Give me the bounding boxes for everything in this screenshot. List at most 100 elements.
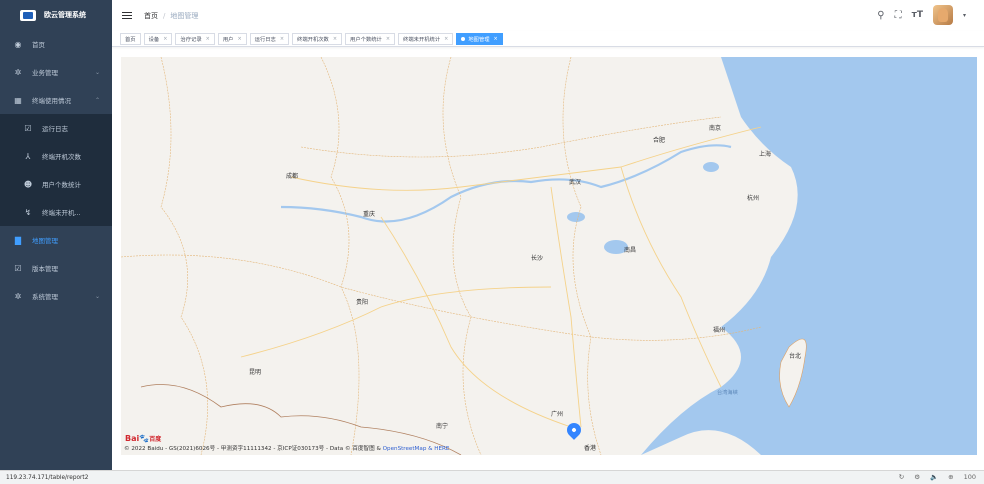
app-logo[interactable]: 欧云管理系统	[0, 0, 112, 30]
trend-icon: ↯	[24, 207, 32, 217]
sidebar-item-label: 地图管理	[32, 237, 58, 245]
sidebar-item-label: 首页	[32, 41, 45, 49]
tag-map[interactable]: 地图管理 ×	[456, 32, 503, 45]
edit-icon: ☑	[14, 263, 22, 273]
sidebar-item-label: 系统管理	[32, 293, 58, 301]
search-icon[interactable]: ⚲	[877, 10, 884, 21]
tag-label: 治疗记录	[180, 36, 202, 43]
lock-icon[interactable]: ⚙	[914, 473, 920, 481]
refresh-icon[interactable]: ↻	[899, 473, 904, 481]
sidebar-item-boot-count[interactable]: ⅄ 终端开机次数	[0, 142, 112, 170]
close-icon[interactable]: ×	[206, 36, 210, 42]
sidebar-item-run-log[interactable]: ☑ 运行日志	[0, 114, 112, 142]
city-label: 昆明	[249, 369, 262, 376]
city-label: 武汉	[569, 179, 582, 186]
tag-label: 用户	[222, 36, 234, 43]
close-icon[interactable]: ×	[444, 36, 448, 42]
tag-treatment[interactable]: 治疗记录 ×	[175, 32, 215, 45]
chevron-up-icon: ⌃	[94, 96, 100, 104]
chevron-down-icon: ⌄	[94, 292, 100, 300]
close-icon[interactable]: ×	[386, 36, 390, 42]
sidebar-item-system[interactable]: ✲ 系统管理 ⌄	[0, 282, 112, 310]
zoom-level: 100	[963, 473, 976, 481]
tag-label: 首页	[125, 36, 136, 43]
breadcrumb-separator: /	[163, 11, 166, 20]
fullscreen-icon[interactable]: ⛶	[895, 10, 902, 21]
chart-icon: ⅄	[25, 151, 31, 161]
tag-user[interactable]: 用户 ×	[217, 32, 247, 45]
baidu-logo[interactable]: Bai🐾百度	[125, 434, 161, 443]
copyright-link[interactable]: OpenStreetMap & HERE	[383, 446, 450, 452]
logo-icon	[20, 9, 36, 21]
baidu-map[interactable]: 成都 重庆 贵阳 昆明 长沙 武汉 南昌 合肥 南京 上海 杭州 福州 台北 广…	[121, 57, 977, 455]
sidebar-item-home[interactable]: ◉ 首页	[0, 30, 112, 58]
paw-icon: 🐾	[139, 434, 150, 443]
copyright-text: © 2022 Baidu - GS(2021)6026号 - 甲测资字11111…	[124, 446, 383, 452]
sidebar-item-label: 用户个数统计	[42, 181, 81, 189]
sea-label: 台湾海峡	[717, 390, 738, 396]
close-icon[interactable]: ×	[163, 36, 167, 42]
tag-run-log[interactable]: 运行日志 ×	[249, 32, 290, 45]
close-icon[interactable]: ×	[237, 36, 241, 42]
sidebar-item-map[interactable]: ▇ 地图管理	[0, 226, 112, 254]
navbar: 首页 / 地图管理 ⚲ ⛶ тT ▾	[112, 0, 984, 31]
city-label: 成都	[286, 173, 299, 180]
tag-label: 运行日志	[254, 36, 276, 43]
edit-icon: ☑	[24, 123, 32, 133]
close-icon[interactable]: ×	[333, 36, 337, 42]
gear-icon: ✲	[14, 291, 22, 301]
sidebar-item-label: 版本管理	[32, 265, 58, 273]
users-icon: ☻	[23, 179, 33, 189]
map-copyright: © 2022 Baidu - GS(2021)6026号 - 甲测资字11111…	[124, 444, 449, 452]
city-label: 南宁	[436, 423, 449, 430]
tag-label: 地图管理	[468, 36, 490, 43]
tag-boot-count[interactable]: 终端开机次数 ×	[292, 32, 343, 45]
tag-label: 设备	[148, 36, 160, 43]
tags-view: 首页 设备 × 治疗记录 × 用户 × 运行日志 × 终端开机次数 × 用户个数统计 × 终…	[112, 31, 984, 47]
sidebar-item-business[interactable]: ✲ 业务管理 ⌄	[0, 58, 112, 86]
breadcrumb: 首页 / 地图管理	[144, 11, 198, 21]
submenu-terminal-usage: ☑ 运行日志 ⅄ 终端开机次数 ☻ 用户个数统计 ↯ 终端未开机...	[0, 114, 112, 226]
caret-down-icon[interactable]: ▾	[963, 12, 966, 19]
city-label: 杭州	[747, 195, 760, 202]
tag-home[interactable]: 首页	[120, 32, 141, 45]
city-label: 香港	[584, 445, 597, 452]
status-bar: 119.23.74.171/table/report2 ↻ ⚙ 🔈 ⊕ 100	[0, 470, 984, 484]
sidebar-item-label: 终端使用情况	[32, 97, 71, 105]
font-size-icon[interactable]: тT	[912, 10, 923, 20]
close-icon[interactable]: ×	[280, 36, 284, 42]
speaker-icon[interactable]: 🔈	[930, 473, 938, 481]
header-tools: ⚲ ⛶ тT ▾	[877, 5, 966, 25]
tag-label: 用户个数统计	[350, 36, 382, 43]
grid-icon: ▦	[14, 95, 22, 105]
gear-icon: ✲	[14, 67, 22, 77]
zoom-icon[interactable]: ⊕	[948, 473, 953, 481]
sidebar-item-label: 终端开机次数	[42, 153, 81, 161]
sidebar-item-not-booted[interactable]: ↯ 终端未开机...	[0, 198, 112, 226]
city-label: 广州	[551, 411, 564, 418]
avatar[interactable]	[932, 5, 953, 25]
status-url: 119.23.74.171/table/report2	[6, 474, 89, 481]
city-label: 南昌	[624, 247, 637, 254]
sidebar-item-terminal-usage[interactable]: ▦ 终端使用情况 ⌃	[0, 86, 112, 114]
logo-text: Bai	[125, 434, 140, 443]
hamburger-icon[interactable]	[122, 11, 132, 20]
city-label: 合肥	[653, 137, 666, 144]
sidebar-item-user-count[interactable]: ☻ 用户个数统计	[0, 170, 112, 198]
city-label: 重庆	[363, 211, 376, 218]
active-dot-icon	[461, 36, 466, 41]
sidebar: 欧云管理系统 ◉ 首页 ✲ 业务管理 ⌄ ▦ 终端使用情况 ⌃ ☑ 运行日志 ⅄…	[0, 0, 112, 470]
tag-device[interactable]: 设备 ×	[143, 32, 173, 45]
breadcrumb-current: 地图管理	[170, 11, 199, 20]
sidebar-item-version[interactable]: ☑ 版本管理	[0, 254, 112, 282]
dashboard-icon: ◉	[14, 39, 22, 49]
city-label: 长沙	[531, 255, 544, 262]
breadcrumb-home[interactable]: 首页	[144, 11, 158, 21]
app-name: 欧云管理系统	[44, 11, 86, 19]
close-icon[interactable]: ×	[494, 36, 498, 42]
tag-user-count[interactable]: 用户个数统计 ×	[345, 32, 396, 45]
status-tools: ↻ ⚙ 🔈 ⊕ 100	[899, 473, 976, 481]
city-label: 台北	[789, 353, 802, 360]
map-icon: ▇	[14, 235, 22, 245]
tag-not-booted[interactable]: 终端未开机统计 ×	[398, 32, 454, 45]
